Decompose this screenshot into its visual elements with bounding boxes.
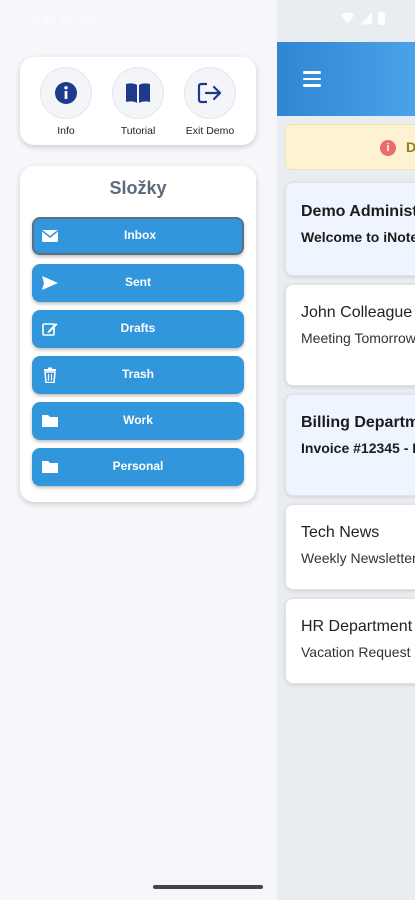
folders-title: Složky [109,178,167,198]
folder-label: Sent [124,275,151,289]
email-item[interactable]: John Colleague Meeting Tomorrow [285,284,415,386]
exit-demo-label: Exit Demo [185,125,235,137]
exit-icon [197,82,222,104]
folders-card: Složky Inbox Sent Drafts Trash Work Pers… [20,166,256,502]
email-item[interactable]: Billing Departme Invoice #12345 - P [285,394,415,496]
folder-work[interactable]: Work [32,402,244,440]
folder-sent[interactable]: Sent [32,264,244,302]
navigation-drawer: Info Tutorial Exit Demo Složky Inbox Sen… [0,0,277,900]
demo-notice: i D [285,124,415,170]
email-subject: Meeting Tomorrow [301,330,415,346]
info-label: Info [57,125,75,137]
folder-label: Personal [112,459,164,473]
exit-demo-button[interactable]: Exit Demo [183,67,237,137]
folder-trash[interactable]: Trash [32,356,244,394]
email-subject: Vacation Request [301,644,411,660]
signal-icon [360,12,372,25]
info-button[interactable]: Info [39,67,93,137]
folder-label: Drafts [120,321,156,335]
status-time: 2:46 00 pm [30,12,101,27]
status-icons [341,12,385,25]
menu-icon[interactable] [303,71,323,87]
folder-personal[interactable]: Personal [32,448,244,486]
email-sender: Demo Administr [301,203,415,220]
battery-icon [378,12,385,25]
notice-text: D [406,139,415,155]
quick-actions-card: Info Tutorial Exit Demo [20,57,256,145]
email-item[interactable]: Demo Administr Welcome to iNotes [285,182,415,276]
folder-inbox[interactable]: Inbox [32,217,244,255]
email-sender: Tech News [301,524,380,541]
email-subject: Welcome to iNotes [301,229,415,245]
folder-label: Work [123,413,153,427]
home-indicator[interactable] [153,885,263,889]
folder-drafts[interactable]: Drafts [32,310,244,348]
info-icon [55,82,77,104]
email-subject: Invoice #12345 - P [301,440,415,456]
email-item[interactable]: HR Department Vacation Request [285,598,415,684]
folder-label: Trash [121,367,154,381]
tutorial-label: Tutorial [120,125,156,137]
tutorial-button[interactable]: Tutorial [111,67,165,137]
main-content: i D Demo Administr Welcome to iNotes Joh… [277,0,415,900]
email-sender: Billing Departme [301,414,415,431]
folder-label: Inbox [124,228,156,242]
book-icon [126,83,150,103]
status-bar: 2:46 00 pm [0,0,415,40]
wifi-icon [341,13,354,24]
email-subject: Weekly Newsletter [301,550,415,566]
email-item[interactable]: Tech News Weekly Newsletter [285,504,415,590]
email-sender: John Colleague [301,304,413,321]
app-bar [277,42,415,116]
alert-icon: i [380,140,396,156]
email-sender: HR Department [301,618,413,635]
